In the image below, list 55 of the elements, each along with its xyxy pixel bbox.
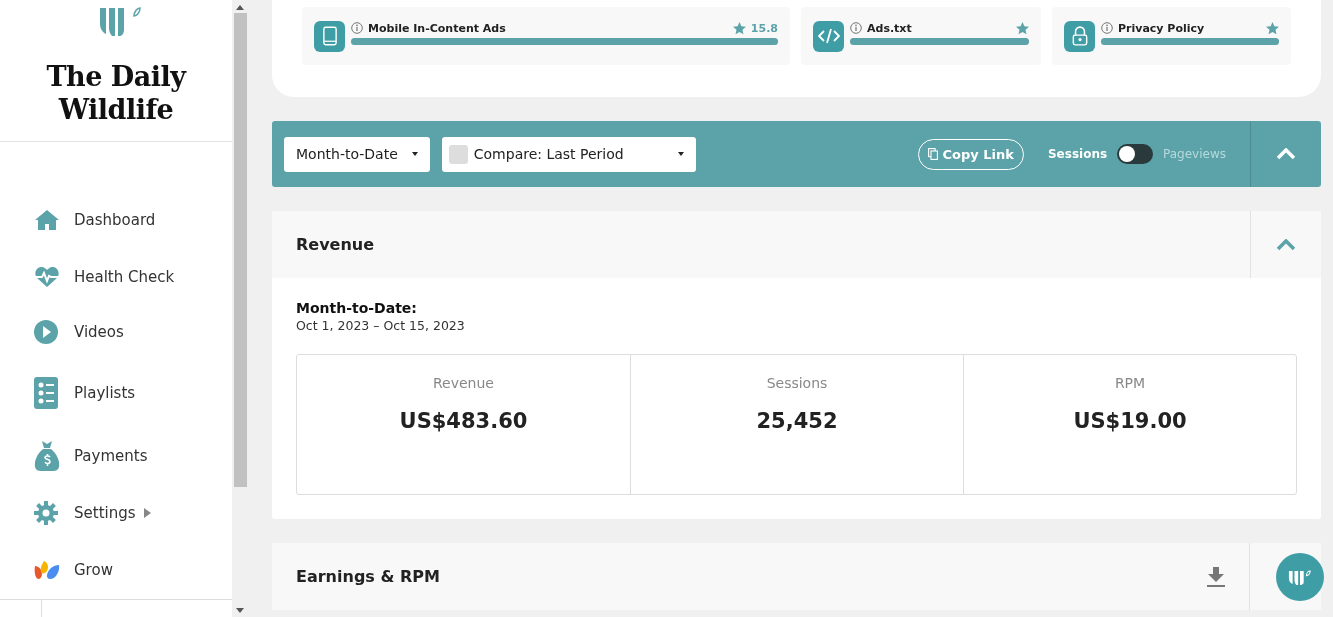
metric-label: Sessions xyxy=(766,375,828,391)
play-icon xyxy=(34,320,58,344)
logo-icon xyxy=(1288,568,1312,586)
nav-item[interactable]: Grow xyxy=(0,542,232,598)
metric-value: US$483.60 xyxy=(399,409,528,433)
settings-icon xyxy=(34,501,58,525)
date-range-dropdown[interactable]: Month-to-Date xyxy=(284,136,430,172)
chevron-up-icon xyxy=(1276,148,1296,160)
toggle-label: Pageviews xyxy=(1163,147,1226,161)
download-icon[interactable] xyxy=(1207,566,1225,587)
scroll-down-icon[interactable] xyxy=(236,608,244,613)
health-check-label: Privacy Policy xyxy=(1118,21,1205,35)
metric-label: Revenue xyxy=(433,375,494,391)
home-icon xyxy=(34,209,60,231)
star-icon xyxy=(732,21,746,35)
money-bag-icon xyxy=(34,440,60,472)
site-title: The Daily Wildlife xyxy=(45,60,188,126)
petals-icon xyxy=(34,560,60,580)
toggle-label: Sessions xyxy=(1047,147,1108,161)
nav-item[interactable]: Videos xyxy=(0,306,232,358)
caret-icon xyxy=(677,152,684,156)
metric-value: 25,452 xyxy=(756,409,838,433)
info-icon[interactable] xyxy=(351,22,363,34)
scroll-up-icon[interactable] xyxy=(236,5,244,10)
panel-title: Revenue xyxy=(296,235,376,254)
color-swatch xyxy=(448,144,468,164)
info-icon[interactable] xyxy=(1101,22,1113,34)
metric-label: RPM xyxy=(1114,375,1146,391)
nav-item[interactable]: Payments xyxy=(0,428,232,484)
code-icon xyxy=(813,20,844,52)
chevron-up-icon xyxy=(1276,238,1296,251)
health-check-label: Ads.txt xyxy=(867,21,912,35)
heartbeat-icon xyxy=(34,266,60,288)
copy-icon xyxy=(927,148,938,160)
phone-icon xyxy=(314,20,345,52)
nav-item[interactable]: Settings xyxy=(0,485,232,541)
lock-icon xyxy=(1064,20,1095,52)
nav-item[interactable]: Health Check xyxy=(0,249,232,305)
nav-item[interactable]: Playlists xyxy=(0,359,232,427)
star-icon xyxy=(1266,21,1279,35)
metric-value: US$19.00 xyxy=(1073,409,1187,433)
star-icon xyxy=(1016,21,1029,35)
scrollbar-thumb[interactable] xyxy=(233,13,247,487)
compare-dropdown[interactable]: Compare: Last Period xyxy=(441,136,696,172)
metric-toggle[interactable] xyxy=(1117,144,1154,164)
health-check-label: Mobile In-Content Ads xyxy=(368,21,506,35)
score-value: 15.8 xyxy=(750,21,778,35)
list-icon xyxy=(34,377,58,409)
period-label: Month-to-Date: xyxy=(296,300,418,316)
caret-icon xyxy=(411,152,418,156)
period-dates: Oct 1, 2023 – Oct 15, 2023 xyxy=(296,318,466,333)
caret-icon xyxy=(143,508,151,518)
info-icon[interactable] xyxy=(850,22,862,34)
nav-item[interactable]: Dashboard xyxy=(0,192,232,248)
panel-title: Earnings & RPM xyxy=(296,567,441,586)
